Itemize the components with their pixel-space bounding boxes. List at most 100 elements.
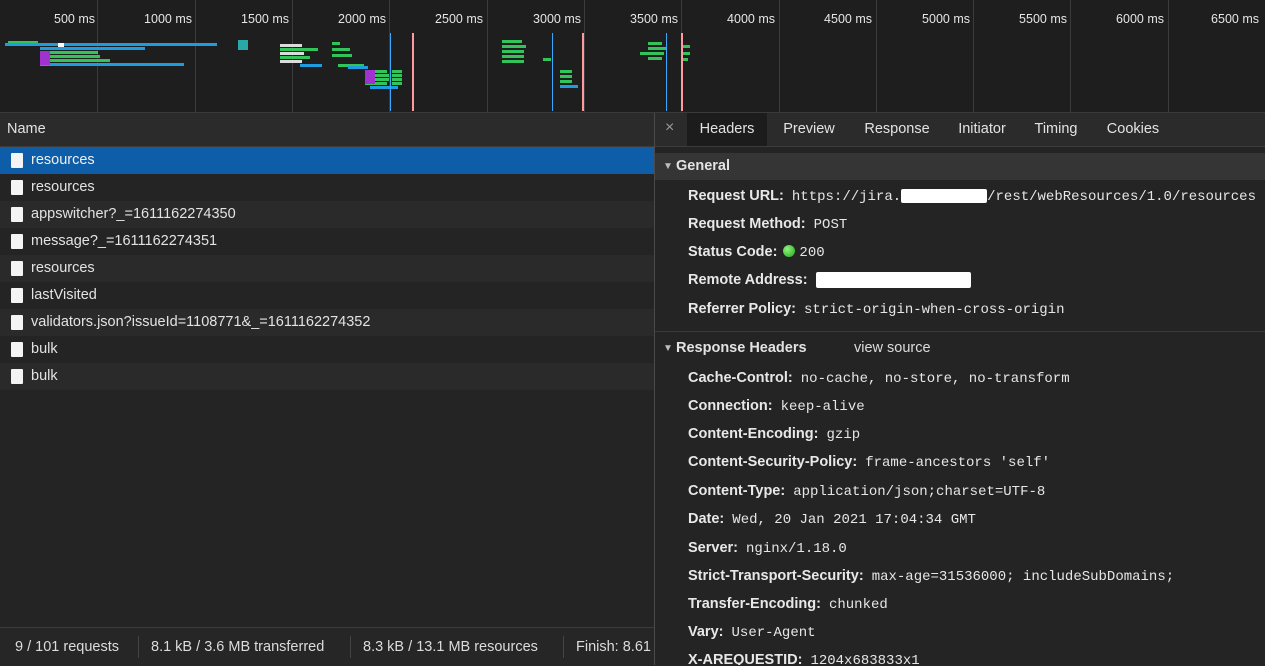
tab-initiator[interactable]: Initiator <box>949 113 1015 146</box>
network-summary-bar: 9 / 101 requests 8.1 kB / 3.6 MB transfe… <box>0 627 654 666</box>
request-method-row: Request Method: POST <box>688 216 847 233</box>
header-key: Content-Security-Policy: <box>688 454 858 470</box>
header-key: Connection: <box>688 398 773 414</box>
request-row[interactable]: resources <box>0 255 654 282</box>
timeline-tick-label: 1500 ms <box>241 12 289 26</box>
remote-address-row: Remote Address: <box>688 272 971 289</box>
summary-divider <box>138 636 139 658</box>
header-value: strict-origin-when-cross-origin <box>804 302 1065 318</box>
request-name: resources <box>31 152 95 168</box>
header-value: https://jira. /rest/webResources/1.0/reso… <box>792 189 1256 205</box>
request-row[interactable]: bulk <box>0 336 654 363</box>
detail-tabbar: × Headers Preview Response Initiator Tim… <box>655 113 1265 147</box>
tab-response[interactable]: Response <box>855 113 939 146</box>
timeline-tick-label: 3000 ms <box>533 12 581 26</box>
header-value: POST <box>813 217 848 233</box>
header-key: Strict-Transport-Security: <box>688 568 864 584</box>
status-dot-icon <box>783 245 796 257</box>
file-icon <box>11 342 23 357</box>
response-headers-section-header[interactable]: ▼ Response Headers view source <box>655 335 1265 362</box>
response-headers-title: Response Headers <box>676 340 807 356</box>
close-icon[interactable]: × <box>665 119 674 137</box>
section-divider <box>655 331 1265 332</box>
file-icon <box>11 180 23 195</box>
transferred-size: 8.1 kB / 3.6 MB transferred <box>151 639 325 655</box>
timeline-gridline <box>487 0 488 112</box>
summary-divider <box>350 636 351 658</box>
header-value: Wed, 20 Jan 2021 17:04:34 GMT <box>732 512 976 528</box>
general-title: General <box>676 158 730 174</box>
timeline-gridline <box>876 0 877 112</box>
response-header-row: Strict-Transport-Security: max-age=31536… <box>688 568 1174 585</box>
timeline-gridline <box>584 0 585 112</box>
timeline-tick-label: 3500 ms <box>630 12 678 26</box>
request-row[interactable]: message?_=1611162274351 <box>0 228 654 255</box>
general-section-header[interactable]: ▼ General <box>655 153 1265 180</box>
request-name: bulk <box>31 368 58 384</box>
redacted-block <box>815 272 971 289</box>
header-value: max-age=31536000; includeSubDomains; <box>871 569 1175 585</box>
file-icon <box>11 153 23 168</box>
timeline-tick-label: 5500 ms <box>1019 12 1067 26</box>
header-key: Vary: <box>688 624 724 640</box>
request-row[interactable]: resources <box>0 147 654 174</box>
request-row[interactable]: bulk <box>0 363 654 390</box>
tab-cookies[interactable]: Cookies <box>1098 113 1168 146</box>
request-row[interactable]: lastVisited <box>0 282 654 309</box>
tab-preview[interactable]: Preview <box>773 113 845 146</box>
header-key: Request URL: <box>688 188 784 204</box>
referrer-policy-row: Referrer Policy: strict-origin-when-cros… <box>688 301 1064 318</box>
file-icon <box>11 369 23 384</box>
view-source-link[interactable]: view source <box>854 335 931 362</box>
response-header-row: Transfer-Encoding: chunked <box>688 596 888 613</box>
timeline-tick-label: 1000 ms <box>144 12 192 26</box>
request-count: 9 / 101 requests <box>15 639 119 655</box>
request-row[interactable]: validators.json?issueId=1108771&_=161116… <box>0 309 654 336</box>
header-value: 1204x683833x1 <box>810 653 920 665</box>
header-key: Content-Encoding: <box>688 426 819 442</box>
timeline-tick-label: 500 ms <box>54 12 95 26</box>
request-name: bulk <box>31 341 58 357</box>
request-rows: resources resources appswitcher?_=161116… <box>0 147 654 390</box>
request-name: lastVisited <box>31 287 97 303</box>
name-column-label: Name <box>7 121 46 137</box>
tab-timing[interactable]: Timing <box>1026 113 1086 146</box>
timeline-tick-label: 6500 ms <box>1211 12 1259 26</box>
response-header-row: Content-Encoding: gzip <box>688 426 860 443</box>
request-name: resources <box>31 179 95 195</box>
header-key: Content-Type: <box>688 483 786 499</box>
header-key: Transfer-Encoding: <box>688 596 821 612</box>
name-column-header[interactable]: Name <box>0 113 654 147</box>
header-value: application/json;charset=UTF-8 <box>793 484 1046 500</box>
tab-headers[interactable]: Headers <box>687 113 767 146</box>
file-icon <box>11 261 23 276</box>
header-key: Cache-Control: <box>688 370 793 386</box>
timeline-tick-label: 2500 ms <box>435 12 483 26</box>
request-list-pane: Name resources resources appswitcher?_=1… <box>0 113 655 666</box>
triangle-down-icon: ▼ <box>663 161 673 172</box>
timeline-gridline <box>195 0 196 112</box>
file-icon <box>11 288 23 303</box>
timeline-overview[interactable]: 500 ms 1000 ms 1500 ms 2000 ms 2500 ms 3… <box>0 0 1265 113</box>
timeline-tick-label: 4500 ms <box>824 12 872 26</box>
response-header-row: Connection: keep-alive <box>688 398 865 415</box>
header-key: X-AREQUESTID: <box>688 652 803 665</box>
request-name: message?_=1611162274351 <box>31 233 218 249</box>
response-header-row: Server: nginx/1.18.0 <box>688 540 847 557</box>
request-url-row: Request URL: https://jira. /rest/webResou… <box>688 188 1256 205</box>
request-row[interactable]: resources <box>0 174 654 201</box>
request-details-pane: × Headers Preview Response Initiator Tim… <box>655 113 1265 665</box>
request-url-prefix: https://jira. <box>791 189 902 205</box>
header-value: nginx/1.18.0 <box>746 541 847 557</box>
file-icon <box>11 207 23 222</box>
header-key: Request Method: <box>688 216 806 232</box>
timeline-gridline <box>1168 0 1169 112</box>
header-value: 200 <box>799 245 825 261</box>
header-value: keep-alive <box>780 399 865 415</box>
request-row[interactable]: appswitcher?_=1611162274350 <box>0 201 654 228</box>
timeline-gridline <box>973 0 974 112</box>
response-header-row: Content-Security-Policy: frame-ancestors… <box>688 454 1050 471</box>
timeline-tick-label: 2000 ms <box>338 12 386 26</box>
file-icon <box>11 234 23 249</box>
resources-size: 8.3 kB / 13.1 MB resources <box>363 639 538 655</box>
